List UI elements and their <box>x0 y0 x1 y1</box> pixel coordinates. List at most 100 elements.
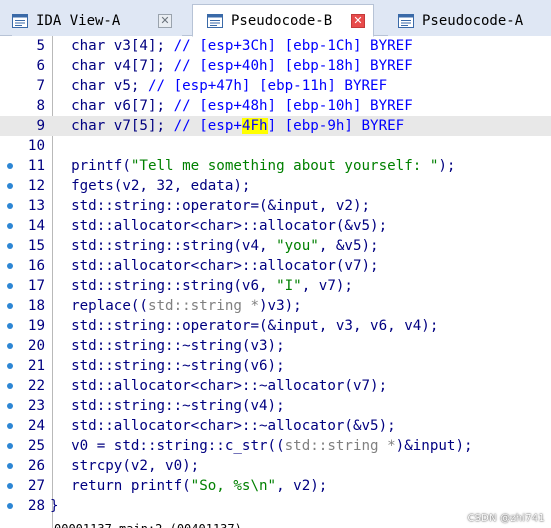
code-token: std::allocator<char>::allocator(v7); <box>54 258 379 274</box>
code-line[interactable]: 9 char v7[5]; // [esp+4Fh] [ebp-9h] BYRE… <box>0 116 551 136</box>
code-token: "you" <box>276 238 319 254</box>
status-address: 00001137 main:2 (00401137) <box>54 523 242 528</box>
code-text: std::allocator<char>::allocator(v7); <box>54 256 379 276</box>
tab-label: Pseudocode-B <box>231 12 333 29</box>
code-token: fgets(v2, 32, edata); <box>54 178 251 194</box>
code-line[interactable]: 10 <box>0 136 551 156</box>
close-icon[interactable]: ✕ <box>158 13 172 28</box>
code-token: , &v5); <box>318 238 379 254</box>
pseudocode-editor[interactable]: 5 char v3[4]; // [esp+3Ch] [ebp-1Ch] BYR… <box>0 36 551 528</box>
line-number: 27 <box>27 478 45 494</box>
code-text: v0 = std::string::c_str((std::string *)&… <box>54 436 473 456</box>
breakpoint-dot-icon[interactable] <box>7 323 13 329</box>
line-number: 13 <box>27 198 45 214</box>
code-line[interactable]: 17 std::string::string(v6, "I", v7); <box>0 276 551 296</box>
code-token: std::allocator<char>::~allocator(&v5); <box>54 418 396 434</box>
code-token: v0 = std::string::c_str(( <box>54 438 285 454</box>
breakpoint-dot-icon[interactable] <box>7 443 13 449</box>
tab-label: Pseudocode-A <box>422 12 524 29</box>
code-token: char v5; <box>54 78 148 94</box>
code-text: } <box>50 496 59 516</box>
line-number: 28 <box>27 498 45 514</box>
code-token: std::string::string(v4, <box>54 238 277 254</box>
code-line[interactable]: 26 strcpy(v2, v0); <box>0 456 551 476</box>
code-token: std::string * <box>147 298 260 314</box>
code-line[interactable]: 25 v0 = std::string::c_str((std::string … <box>0 436 551 456</box>
breakpoint-dot-icon[interactable] <box>7 483 13 489</box>
code-token: strcpy(v2, v0); <box>54 458 200 474</box>
tab-pseudocode-b[interactable]: Pseudocode-B ✕ <box>192 4 374 37</box>
code-token: // [esp+3Ch] [ebp-1Ch] BYREF <box>173 38 413 54</box>
code-token: std::string::operator=(&input, v2); <box>54 198 371 214</box>
code-token: // [esp+47h] [ebp-11h] BYREF <box>147 78 388 94</box>
code-line[interactable]: 12 fgets(v2, 32, edata); <box>0 176 551 196</box>
code-token: "So, %s\n" <box>190 478 277 494</box>
code-token: char v4[7]; <box>54 58 174 74</box>
code-line[interactable]: 21 std::string::~string(v6); <box>0 356 551 376</box>
code-line[interactable]: 13 std::string::operator=(&input, v2); <box>0 196 551 216</box>
code-line[interactable]: 8 char v6[7]; // [esp+48h] [ebp-10h] BYR… <box>0 96 551 116</box>
breakpoint-dot-icon[interactable] <box>7 243 13 249</box>
code-token: char v3[4]; <box>54 38 174 54</box>
code-text: std::string::~string(v3); <box>54 336 285 356</box>
code-token: // [esp+40h] [ebp-18h] BYREF <box>173 58 413 74</box>
breakpoint-dot-icon[interactable] <box>7 223 13 229</box>
code-line[interactable]: 18 replace((std::string *)v3); <box>0 296 551 316</box>
code-text: std::allocator<char>::~allocator(v7); <box>54 376 387 396</box>
tab-ida-view-a[interactable]: IDA View-A ✕ <box>12 5 182 36</box>
code-line[interactable]: 23 std::string::~string(v4); <box>0 396 551 416</box>
code-line[interactable]: 5 char v3[4]; // [esp+3Ch] [ebp-1Ch] BYR… <box>0 36 551 56</box>
code-token: std::string::~string(v3); <box>54 338 285 354</box>
code-text: strcpy(v2, v0); <box>54 456 199 476</box>
breakpoint-dot-icon[interactable] <box>7 163 13 169</box>
search-highlight: 4Fh <box>241 118 268 134</box>
code-token: // [esp+ <box>173 118 242 134</box>
code-token: std::string::~string(v4); <box>54 398 285 414</box>
code-line[interactable]: 19 std::string::operator=(&input, v3, v6… <box>0 316 551 336</box>
breakpoint-dot-icon[interactable] <box>7 503 13 509</box>
code-line[interactable]: 11 printf("Tell me something about yours… <box>0 156 551 176</box>
breakpoint-dot-icon[interactable] <box>7 263 13 269</box>
code-line[interactable]: 15 std::string::string(v4, "you", &v5); <box>0 236 551 256</box>
code-token: "I" <box>276 278 302 294</box>
code-text: char v5; // [esp+47h] [ebp-11h] BYREF <box>54 76 387 96</box>
code-text: std::string::string(v4, "you", &v5); <box>54 236 379 256</box>
breakpoint-dot-icon[interactable] <box>7 343 13 349</box>
code-text: std::string::string(v6, "I", v7); <box>54 276 353 296</box>
breakpoint-dot-icon[interactable] <box>7 383 13 389</box>
breakpoint-dot-icon[interactable] <box>7 423 13 429</box>
breakpoint-dot-icon[interactable] <box>7 403 13 409</box>
code-token: return printf( <box>54 478 191 494</box>
code-line[interactable]: 27 return printf("So, %s\n", v2); <box>0 476 551 496</box>
close-icon[interactable]: ✕ <box>351 13 365 28</box>
code-text: char v4[7]; // [esp+40h] [ebp-18h] BYREF <box>54 56 413 76</box>
code-line[interactable]: 7 char v5; // [esp+47h] [ebp-11h] BYREF <box>0 76 551 96</box>
code-line[interactable]: 20 std::string::~string(v3); <box>0 336 551 356</box>
code-token: } <box>50 498 59 514</box>
code-token: ); <box>438 158 456 174</box>
code-token: std::allocator<char>::~allocator(v7); <box>54 378 388 394</box>
code-line[interactable]: 22 std::allocator<char>::~allocator(v7); <box>0 376 551 396</box>
code-line[interactable]: 14 std::allocator<char>::allocator(&v5); <box>0 216 551 236</box>
code-line[interactable]: 16 std::allocator<char>::allocator(v7); <box>0 256 551 276</box>
line-number: 24 <box>27 418 45 434</box>
breakpoint-dot-icon[interactable] <box>7 283 13 289</box>
code-text: return printf("So, %s\n", v2); <box>54 476 327 496</box>
breakpoint-dot-icon[interactable] <box>7 463 13 469</box>
breakpoint-dot-icon[interactable] <box>7 363 13 369</box>
code-line[interactable]: 6 char v4[7]; // [esp+40h] [ebp-18h] BYR… <box>0 56 551 76</box>
breakpoint-dot-icon[interactable] <box>7 183 13 189</box>
code-line[interactable]: 24 std::allocator<char>::~allocator(&v5)… <box>0 416 551 436</box>
line-number: 11 <box>27 158 45 174</box>
code-token: ] [ebp-9h] BYREF <box>267 118 405 134</box>
pseudocode-icon <box>398 13 414 28</box>
tab-pseudocode-a[interactable]: Pseudocode-A <box>388 5 551 36</box>
breakpoint-dot-icon[interactable] <box>7 203 13 209</box>
line-number: 25 <box>27 438 45 454</box>
code-text: std::string::~string(v6); <box>54 356 285 376</box>
code-token: "Tell me something about yourself: " <box>130 158 439 174</box>
code-token: )&input); <box>395 438 473 454</box>
code-token: std::string::~string(v6); <box>54 358 285 374</box>
code-token: char v7[5]; <box>54 118 174 134</box>
breakpoint-dot-icon[interactable] <box>7 303 13 309</box>
